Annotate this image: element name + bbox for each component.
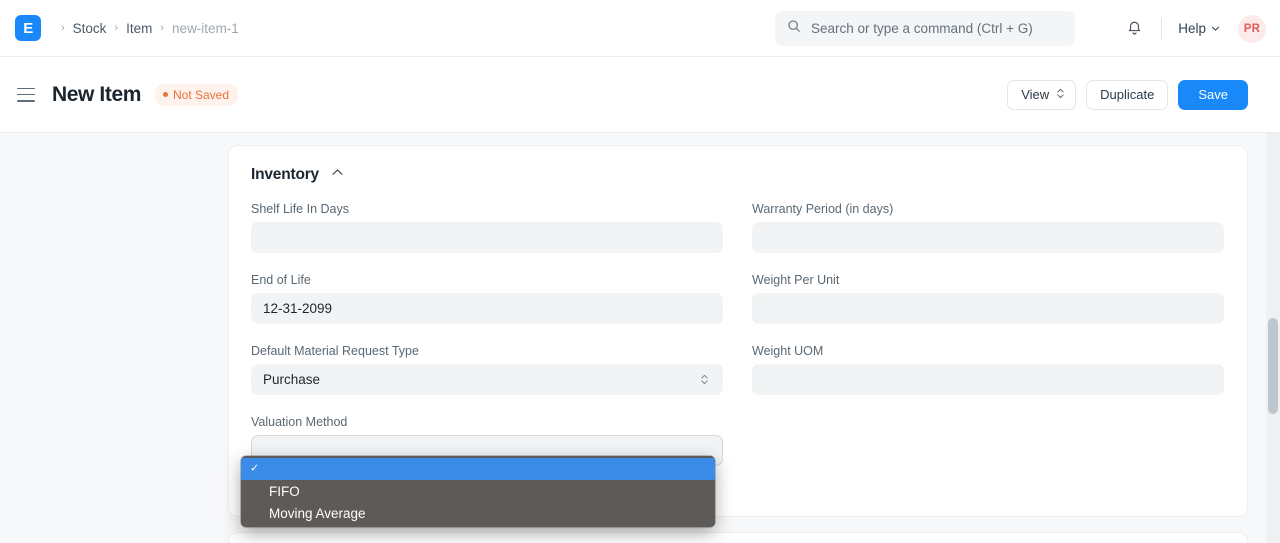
dropdown-option-blank[interactable]: ✓ [241,458,715,480]
field-end-of-life: End of Life 12-31-2099 [251,273,723,324]
field-label: Weight UOM [752,344,1224,358]
grid-spacer [752,415,1224,486]
field-label: Default Material Request Type [251,344,723,358]
weight-uom-input[interactable] [752,364,1224,395]
field-weight-per-unit: Weight Per Unit [752,273,1224,324]
navbar-divider [1161,18,1162,40]
view-button[interactable]: View [1007,80,1076,110]
section-title: Inventory [251,166,319,184]
field-shelf-life-in-days: Shelf Life In Days [251,202,723,253]
dropdown-option-fifo[interactable]: FIFO [241,480,715,502]
breadcrumb-item-current: new-item-1 [172,21,239,36]
vertical-scrollbar-track[interactable] [1266,133,1280,543]
duplicate-button[interactable]: Duplicate [1086,80,1168,110]
updown-chevron-icon [700,373,709,386]
global-search-bar[interactable]: Search or type a command (Ctrl + G) [775,11,1075,46]
section-header[interactable]: Inventory [251,166,1225,184]
field-label: End of Life [251,273,723,287]
help-label: Help [1178,21,1206,36]
vertical-scrollbar-thumb[interactable] [1268,318,1278,414]
user-avatar[interactable]: PR [1238,15,1266,43]
field-label: Warranty Period (in days) [752,202,1224,216]
breadcrumb-separator: › [61,23,65,34]
field-label: Weight Per Unit [752,273,1224,287]
field-default-material-request-type: Default Material Request Type Purchase [251,344,723,395]
status-badge: Not Saved [155,84,238,106]
breadcrumb-item-stock[interactable]: Stock [73,21,107,36]
chevron-down-icon [1211,24,1220,33]
updown-chevron-icon [1056,87,1065,103]
save-button[interactable]: Save [1178,80,1248,110]
weight-per-unit-input[interactable] [752,293,1224,324]
status-dot-icon [163,92,168,97]
dropdown-option-label: FIFO [269,484,300,499]
navbar-right-actions: Help PR [1117,0,1266,57]
breadcrumb: › Stock › Item › new-item-1 [53,21,239,36]
breadcrumb-item-item[interactable]: Item [126,21,152,36]
view-button-label: View [1021,87,1049,102]
breadcrumb-separator: › [160,23,164,34]
field-warranty-period: Warranty Period (in days) [752,202,1224,253]
field-weight-uom: Weight UOM [752,344,1224,395]
select-value: Purchase [263,372,320,387]
end-of-life-input[interactable]: 12-31-2099 [251,293,723,324]
dropdown-option-label: Moving Average [269,506,366,521]
top-navbar: E › Stock › Item › new-item-1 Search or … [0,0,1280,57]
default-material-request-type-select[interactable]: Purchase [251,364,723,395]
shelf-life-in-days-input[interactable] [251,222,723,253]
breadcrumb-separator: › [114,23,118,34]
frappe-logo[interactable]: E [15,15,41,41]
page-title: New Item [52,83,141,107]
next-section-card [228,532,1248,543]
search-input[interactable]: Search or type a command (Ctrl + G) [811,21,1033,36]
hamburger-menu-icon[interactable] [17,88,35,102]
chevron-up-icon[interactable] [331,166,344,184]
check-icon: ✓ [250,464,259,475]
search-icon [787,19,801,38]
inventory-fields-grid: Shelf Life In Days Warranty Period (in d… [251,202,1225,486]
warranty-period-input[interactable] [752,222,1224,253]
status-badge-label: Not Saved [173,88,229,102]
valuation-method-dropdown-menu[interactable]: ✓ FIFO Moving Average [241,456,715,527]
field-label: Shelf Life In Days [251,202,723,216]
bell-icon[interactable] [1117,12,1151,46]
page-header: New Item Not Saved View Duplicate Save [0,57,1280,133]
help-menu-button[interactable]: Help [1172,16,1226,41]
page-header-actions: View Duplicate Save [1007,80,1248,110]
field-label: Valuation Method [251,415,723,429]
dropdown-option-moving-average[interactable]: Moving Average [241,502,715,524]
